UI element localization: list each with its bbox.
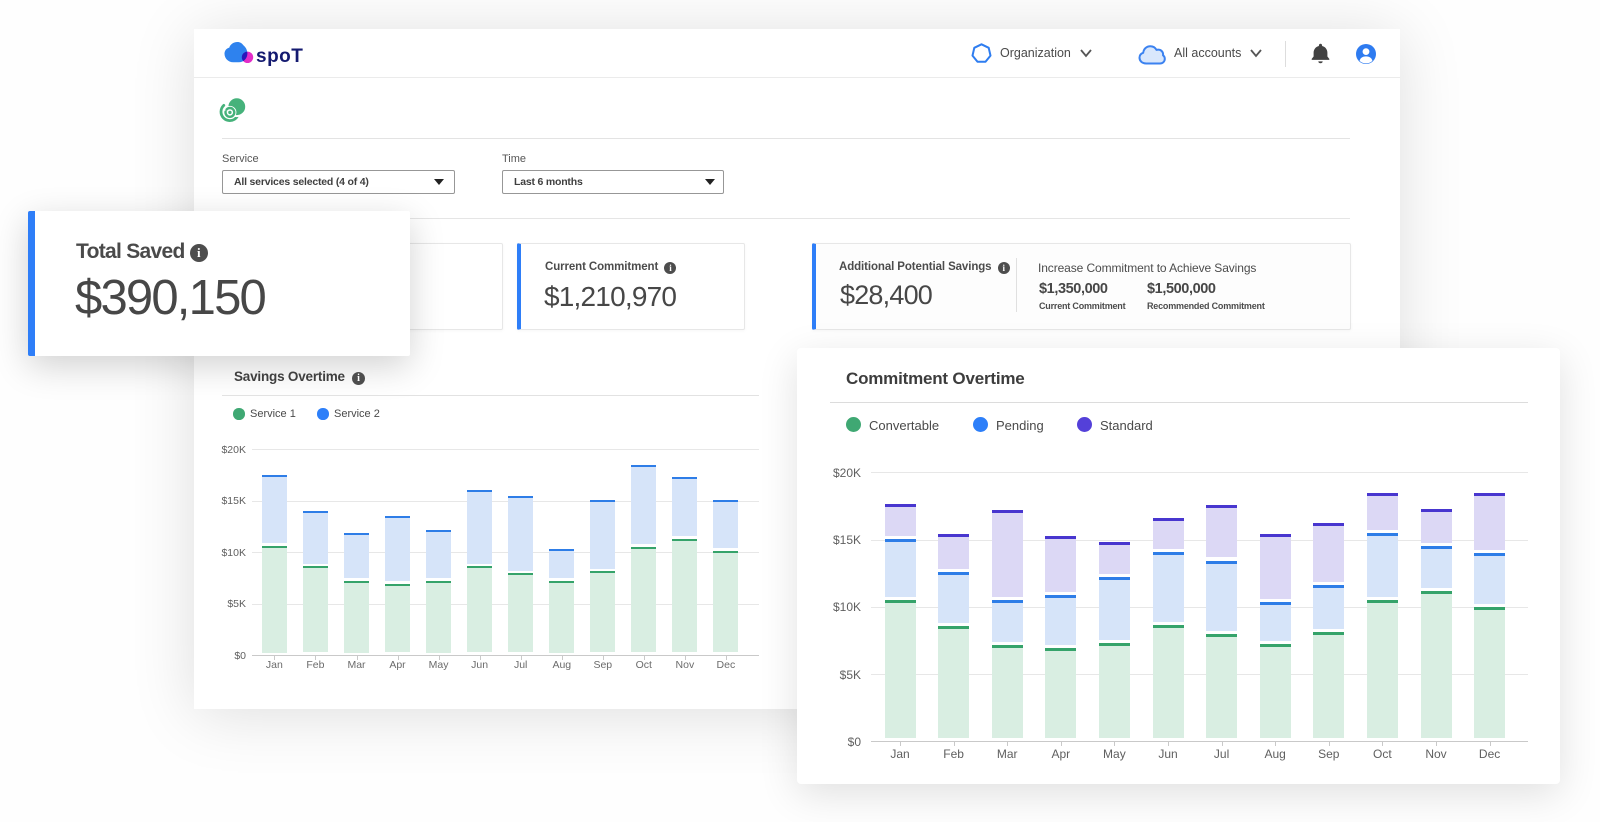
svg-text:spoT: spoT [256, 46, 303, 66]
